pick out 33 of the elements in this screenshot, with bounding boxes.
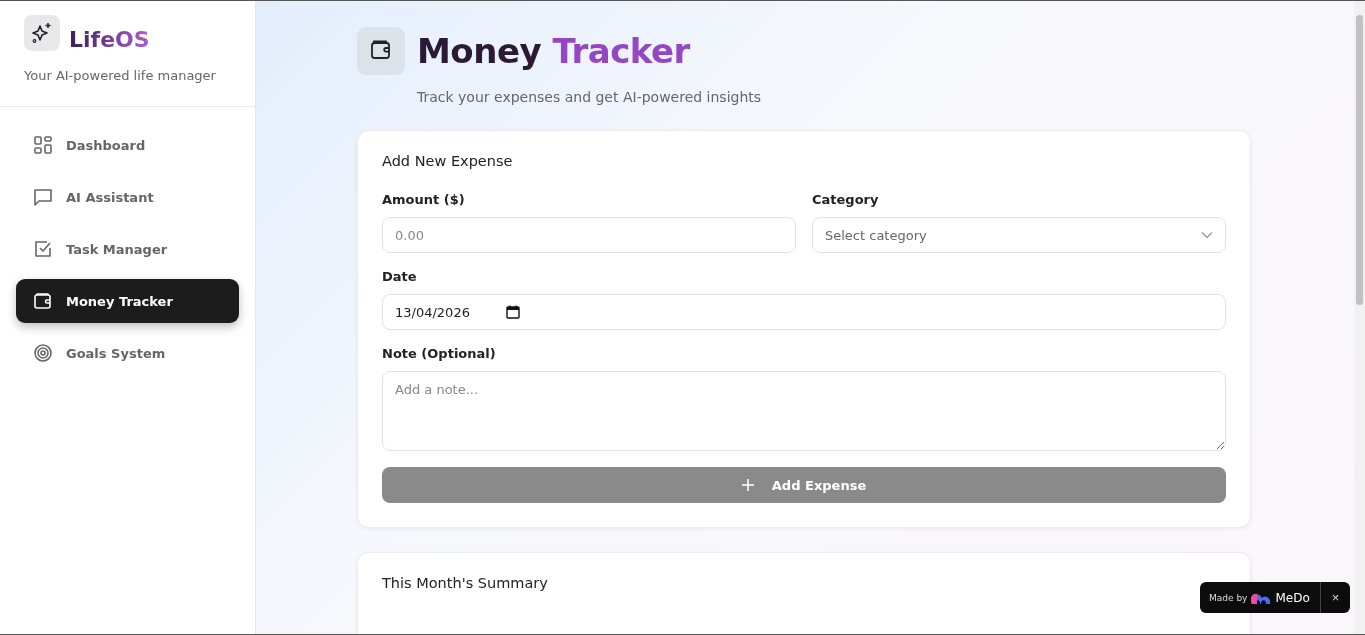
scrollbar[interactable] [1354, 1, 1365, 634]
page-title: Money Tracker [417, 31, 690, 71]
wallet-icon [357, 27, 405, 75]
nav-item[interactable]: Task Manager [16, 227, 239, 271]
nav-item[interactable]: Goals System [16, 331, 239, 375]
grid-icon [33, 135, 53, 155]
category-dropdown[interactable]: Select category [812, 217, 1226, 253]
chat-icon [33, 187, 53, 207]
chevron-down-icon [1201, 231, 1213, 239]
target-icon [33, 343, 53, 363]
nav-item[interactable]: AI Assistant [16, 175, 239, 219]
field-label: Note (Optional) [382, 346, 497, 361]
note-field[interactable]: Add a note... [382, 371, 1226, 451]
card-title: Add New Expense [382, 153, 514, 169]
field-label: Date [382, 269, 418, 284]
nav-item[interactable]: Dashboard [16, 123, 239, 167]
sparkles-icon [24, 15, 60, 51]
tagline: Your AI-powered life manager [24, 68, 217, 83]
logo-icon [1251, 591, 1272, 604]
close-button[interactable]: × [1320, 582, 1350, 613]
field-label: Amount ($) [382, 192, 466, 207]
date-field[interactable]: 13/04/2026 [382, 294, 1226, 330]
field-label: Category [812, 192, 880, 207]
page-subtitle: Track your expenses and get AI-powered insights [417, 89, 763, 105]
calendar-icon [505, 305, 520, 319]
badge-brand: MeDo [1275, 590, 1310, 605]
card-title: This Month's Summary [382, 575, 549, 591]
plus-icon [741, 479, 754, 491]
amount-field[interactable]: 0.00 [382, 217, 796, 253]
badge-text: Made by [1209, 592, 1248, 603]
wallet-icon [33, 291, 53, 311]
checkbox-icon [33, 239, 53, 259]
nav-item[interactable]: Money Tracker [16, 279, 239, 323]
